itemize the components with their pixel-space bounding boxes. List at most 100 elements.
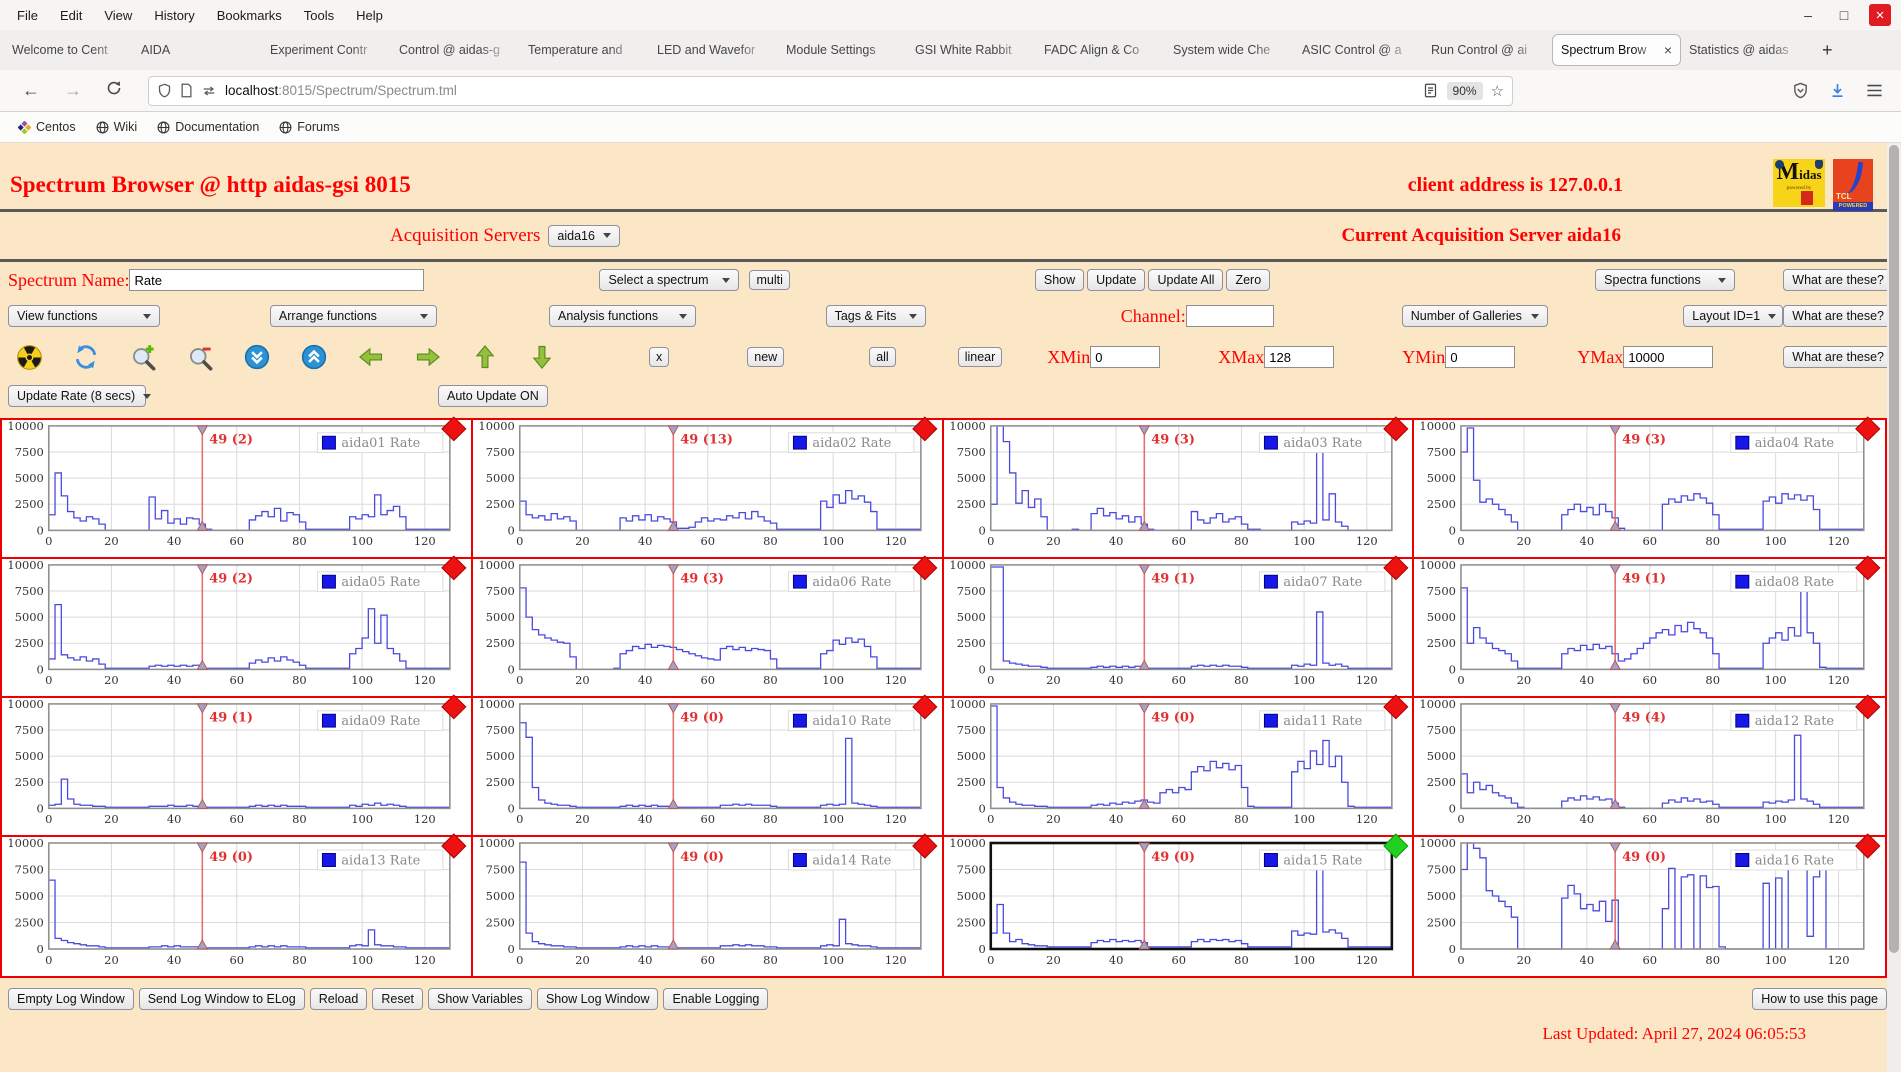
update-button[interactable]: Update bbox=[1087, 269, 1146, 291]
acquisition-server-select[interactable]: aida16 bbox=[548, 224, 621, 247]
tab-close-icon[interactable]: × bbox=[1664, 42, 1672, 58]
show-variables-button[interactable]: Show Variables bbox=[428, 988, 532, 1010]
xmin-input[interactable] bbox=[1090, 346, 1161, 368]
up-arrow-icon[interactable] bbox=[470, 342, 500, 372]
spectra-functions-dropdown[interactable]: Spectra functions bbox=[1595, 269, 1736, 291]
tab-spectrum-brow[interactable]: Spectrum Brow × bbox=[1552, 34, 1681, 66]
show-log-window-button[interactable]: Show Log Window bbox=[536, 988, 659, 1010]
all-button[interactable]: all bbox=[869, 347, 896, 367]
tab-statistics-aidas[interactable]: Statistics @ aidas bbox=[1681, 34, 1810, 66]
tab-welcome-to-cent[interactable]: Welcome to Cent bbox=[4, 34, 133, 66]
what-are-these-button[interactable]: What are these? bbox=[1783, 305, 1893, 327]
linear-button[interactable]: linear bbox=[957, 347, 1003, 367]
spectrum-chart-aida12[interactable]: 0 2500 5000 7500 10000 0 20 40 60 80 100 120 49 (4) a… bbox=[1414, 694, 1885, 837]
reset-button[interactable]: Reset bbox=[372, 988, 423, 1010]
tab-run-control-ai[interactable]: Run Control @ ai bbox=[1423, 34, 1552, 66]
bookmark-forums[interactable]: Forums bbox=[271, 117, 347, 137]
minimize-button[interactable]: – bbox=[1797, 4, 1819, 26]
tab-temperature-and[interactable]: Temperature and bbox=[520, 34, 649, 66]
spectrum-chart-aida01[interactable]: 0 2500 5000 7500 10000 0 20 40 60 80 100 120 49 (2) a… bbox=[2, 416, 473, 559]
menu-edit[interactable]: Edit bbox=[49, 4, 93, 27]
spectrum-chart-aida13[interactable]: 0 2500 5000 7500 10000 0 20 40 60 80 100 120 49 (0) a… bbox=[2, 833, 473, 976]
bookmark-wiki[interactable]: Wiki bbox=[88, 117, 146, 137]
new-tab-button[interactable]: + bbox=[1810, 40, 1845, 61]
scroll-up-icon[interactable] bbox=[299, 342, 329, 372]
spectrum-chart-aida15[interactable]: 0 2500 5000 7500 10000 0 20 40 60 80 100 120 49 (0) a… bbox=[943, 833, 1415, 976]
shield-icon[interactable] bbox=[157, 83, 172, 98]
menu-history[interactable]: History bbox=[143, 4, 205, 27]
back-icon[interactable]: ← bbox=[10, 80, 52, 101]
close-button[interactable]: × bbox=[1869, 4, 1891, 26]
tab-led-and-wavefor[interactable]: LED and Wavefor bbox=[649, 34, 778, 66]
tab-fadc-align-co[interactable]: FADC Align & Co bbox=[1036, 34, 1165, 66]
page-info-icon[interactable] bbox=[180, 83, 193, 98]
new-button[interactable]: new bbox=[747, 347, 785, 367]
right-arrow-icon[interactable] bbox=[413, 342, 443, 372]
multi-button[interactable]: multi bbox=[749, 270, 790, 290]
url-bar[interactable]: localhost:8015/Spectrum/Spectrum.tml 90%… bbox=[148, 75, 1513, 106]
spectrum-name-input[interactable] bbox=[129, 269, 425, 291]
number-of-galleries-dropdown[interactable]: Number of Galleries bbox=[1401, 305, 1549, 327]
maximize-button[interactable]: □ bbox=[1833, 4, 1855, 26]
send-log-window-to-elog-button[interactable]: Send Log Window to ELog bbox=[138, 988, 305, 1010]
enable-logging-button[interactable]: Enable Logging bbox=[663, 988, 769, 1010]
down-arrow-icon[interactable] bbox=[527, 342, 557, 372]
scroll-down-icon[interactable] bbox=[242, 342, 272, 372]
zero-button[interactable]: Zero bbox=[1226, 269, 1271, 291]
reload-icon[interactable] bbox=[94, 80, 134, 101]
what-are-these-button[interactable]: What are these? bbox=[1783, 346, 1893, 368]
how-to-use-this-page-button[interactable]: How to use this page bbox=[1752, 988, 1887, 1010]
tab-gsi-white-rabbit[interactable]: GSI White Rabbit bbox=[907, 34, 1036, 66]
bookmark-centos[interactable]: Centos bbox=[10, 117, 84, 137]
menu-view[interactable]: View bbox=[93, 4, 143, 27]
spectrum-chart-aida08[interactable]: 0 2500 5000 7500 10000 0 20 40 60 80 100 120 49 (1) a… bbox=[1414, 555, 1885, 698]
forward-icon[interactable]: → bbox=[52, 80, 94, 101]
permissions-icon[interactable] bbox=[201, 85, 217, 97]
spectrum-chart-aida16[interactable]: 0 2500 5000 7500 10000 0 20 40 60 80 100 120 49 (0) a… bbox=[1414, 833, 1885, 976]
zoom-out-icon[interactable] bbox=[185, 342, 215, 372]
hamburger-menu-icon[interactable] bbox=[1866, 83, 1883, 98]
reader-mode-icon[interactable] bbox=[1424, 83, 1437, 98]
scrollbar-thumb[interactable] bbox=[1889, 145, 1899, 954]
empty-log-window-button[interactable]: Empty Log Window bbox=[8, 988, 134, 1010]
tab-aida[interactable]: AIDA bbox=[133, 34, 262, 66]
left-arrow-icon[interactable] bbox=[356, 342, 386, 372]
channel-input[interactable] bbox=[1185, 305, 1274, 327]
tags-fits-dropdown[interactable]: Tags & Fits bbox=[825, 305, 926, 327]
vertical-scrollbar[interactable] bbox=[1887, 143, 1901, 1072]
spectrum-chart-aida04[interactable]: 0 2500 5000 7500 10000 0 20 40 60 80 100 120 49 (3) a… bbox=[1414, 416, 1885, 559]
spectrum-chart-aida09[interactable]: 0 2500 5000 7500 10000 0 20 40 60 80 100 120 49 (1) a… bbox=[2, 694, 473, 837]
bookmark-star-icon[interactable]: ☆ bbox=[1491, 82, 1504, 100]
radiation-icon[interactable] bbox=[14, 342, 44, 372]
what-are-these-button[interactable]: What are these? bbox=[1783, 269, 1893, 291]
spectrum-chart-aida11[interactable]: 0 2500 5000 7500 10000 0 20 40 60 80 100 120 49 (0) a… bbox=[943, 694, 1415, 837]
spectrum-chart-aida14[interactable]: 0 2500 5000 7500 10000 0 20 40 60 80 100 120 49 (0) a… bbox=[472, 833, 944, 976]
spectrum-chart-aida06[interactable]: 0 2500 5000 7500 10000 0 20 40 60 80 100 120 49 (3) a… bbox=[472, 555, 944, 698]
x-axis-button[interactable]: x bbox=[649, 347, 670, 367]
url-text[interactable]: localhost:8015/Spectrum/Spectrum.tml bbox=[225, 83, 1424, 98]
spectrum-chart-aida10[interactable]: 0 2500 5000 7500 10000 0 20 40 60 80 100 120 49 (0) a… bbox=[472, 694, 944, 837]
bookmark-documentation[interactable]: Documentation bbox=[149, 117, 267, 137]
select-spectrum-dropdown[interactable]: Select a spectrum bbox=[599, 269, 740, 291]
spectrum-chart-aida05[interactable]: 0 2500 5000 7500 10000 0 20 40 60 80 100 120 49 (2) a… bbox=[2, 555, 473, 698]
update-all-button[interactable]: Update All bbox=[1148, 269, 1224, 291]
ymin-input[interactable] bbox=[1445, 346, 1516, 368]
layout-id-dropdown[interactable]: Layout ID=1 bbox=[1683, 305, 1784, 327]
tab-system-wide-che[interactable]: System wide Che bbox=[1165, 34, 1294, 66]
arrange-functions-dropdown[interactable]: Arrange functions bbox=[269, 305, 438, 327]
zoom-level-badge[interactable]: 90% bbox=[1446, 81, 1483, 100]
menu-help[interactable]: Help bbox=[345, 4, 394, 27]
analysis-functions-dropdown[interactable]: Analysis functions bbox=[549, 305, 696, 327]
ymax-input[interactable] bbox=[1623, 346, 1714, 368]
menu-bookmarks[interactable]: Bookmarks bbox=[206, 4, 293, 27]
menu-file[interactable]: File bbox=[6, 4, 49, 27]
refresh-icon[interactable] bbox=[71, 342, 101, 372]
view-functions-dropdown[interactable]: View functions bbox=[8, 305, 160, 327]
menu-tools[interactable]: Tools bbox=[293, 4, 345, 27]
tab-experiment-contr[interactable]: Experiment Contr bbox=[262, 34, 391, 66]
tab-asic-control-a[interactable]: ASIC Control @ a bbox=[1294, 34, 1423, 66]
download-icon[interactable] bbox=[1829, 82, 1846, 99]
xmax-input[interactable] bbox=[1264, 346, 1335, 368]
pocket-icon[interactable] bbox=[1792, 82, 1809, 99]
update-rate-dropdown[interactable]: Update Rate (8 secs) bbox=[8, 385, 146, 407]
